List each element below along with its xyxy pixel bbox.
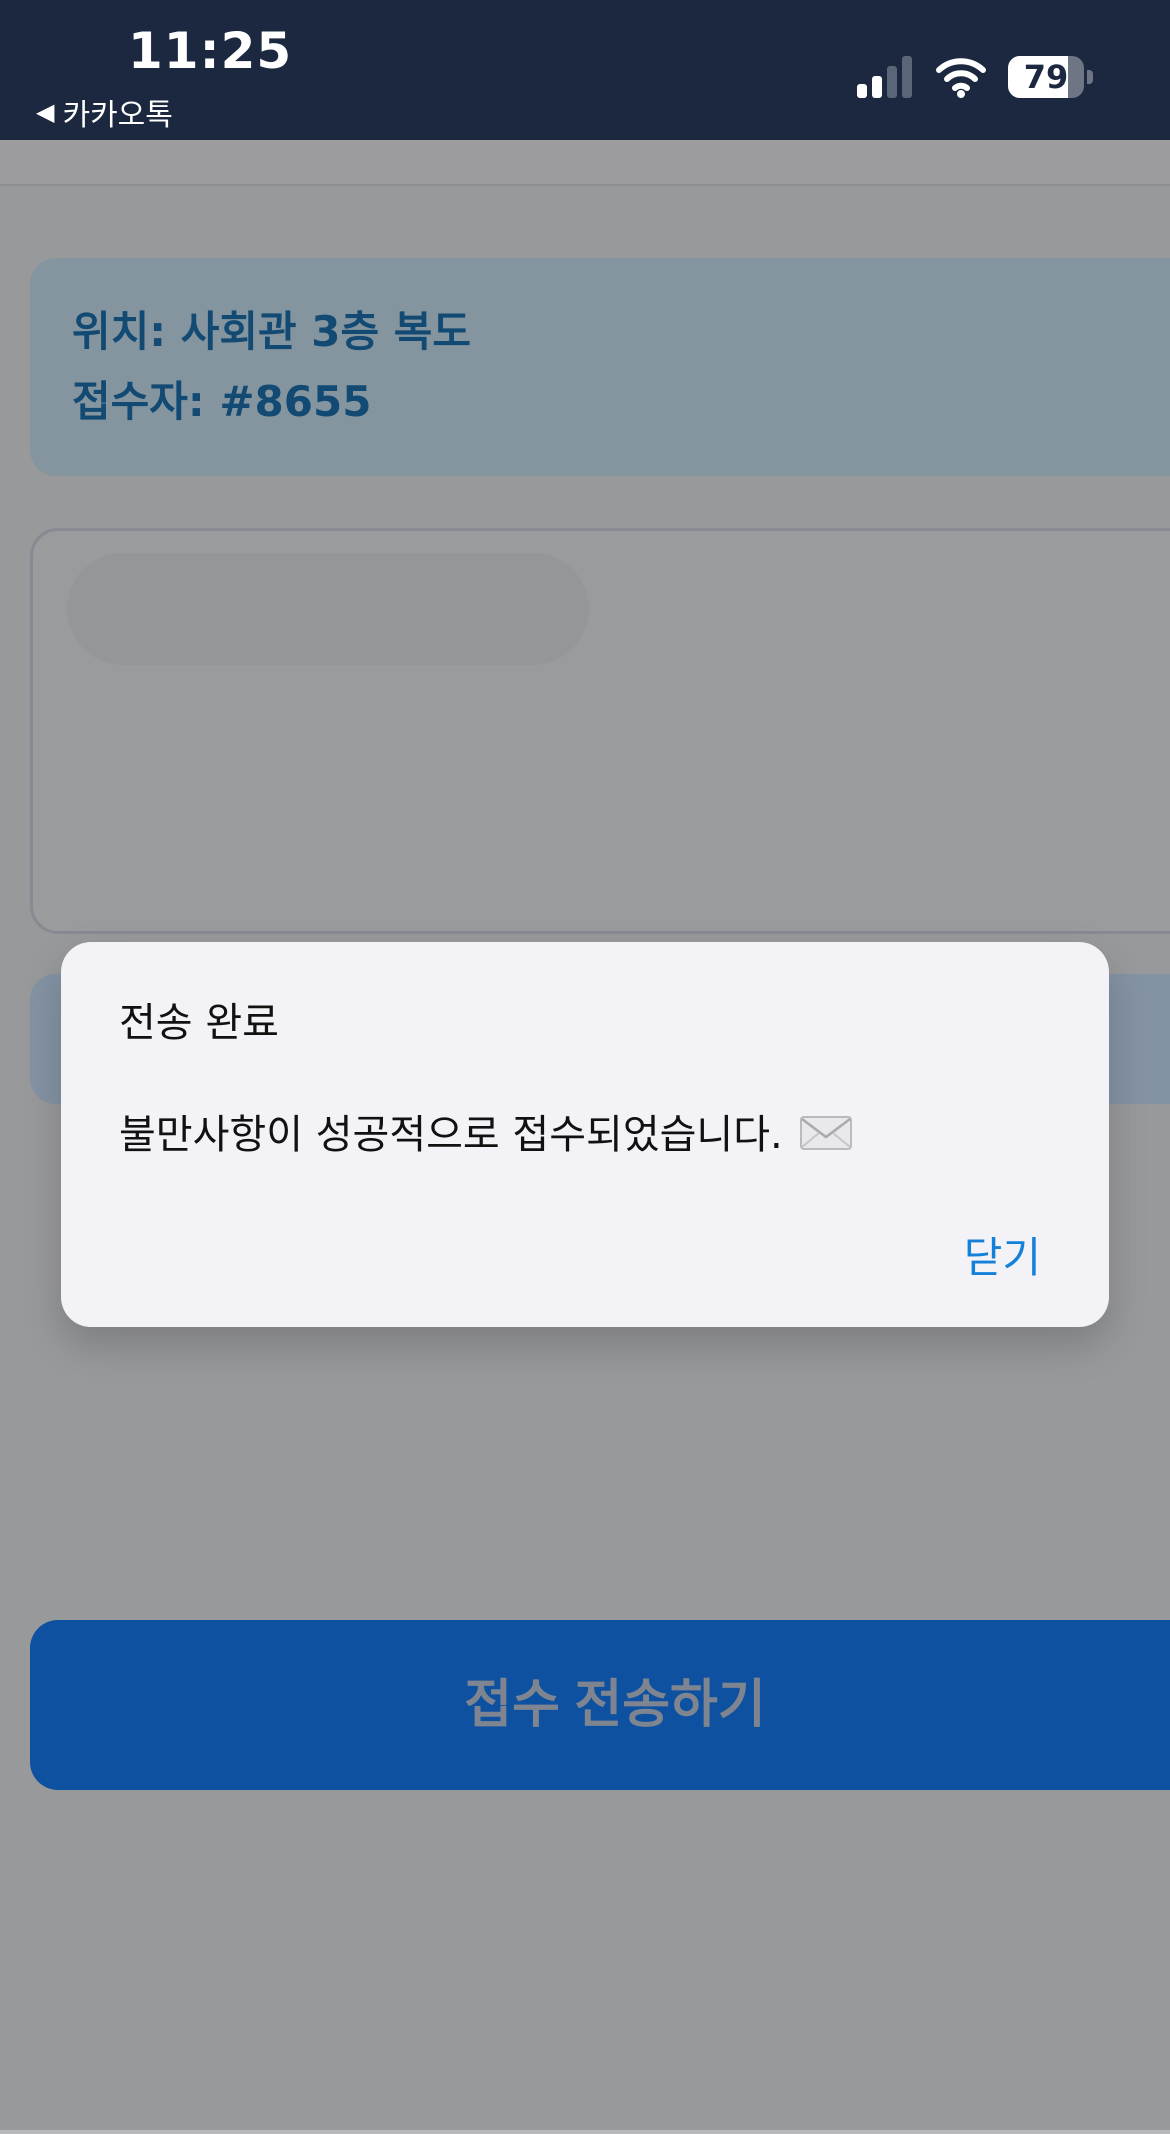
submit-button[interactable]: 접수 전송하기 (30, 1620, 1170, 1790)
back-to-app-link[interactable]: ◀ 카카오톡 (36, 90, 173, 134)
cellular-signal-icon (857, 56, 912, 98)
textarea-placeholder (67, 553, 589, 665)
receiver-text: 접수자: #8655 (72, 377, 372, 426)
dialog-message-row: 불만사항이 성공적으로 접수되었습니다. (119, 1102, 853, 1160)
submit-button-label: 접수 전송하기 (464, 1676, 766, 1734)
envelope-icon (799, 1116, 852, 1150)
battery-body: 79 (1008, 56, 1084, 98)
page-header-strip (0, 140, 1170, 186)
battery-indicator: 79 (1008, 56, 1094, 98)
status-time: 11:25 (128, 22, 293, 80)
dialog-message: 불만사항이 성공적으로 접수되었습니다. (119, 1112, 783, 1158)
complaint-textarea[interactable] (30, 528, 1170, 934)
location-text: 위치: 사회관 3층 복도 (72, 307, 472, 356)
back-triangle-icon: ◀ (36, 98, 55, 126)
status-bar: 11:25 ◀ 카카오톡 79 (0, 0, 1170, 140)
battery-cap (1087, 70, 1093, 84)
bottom-divider (0, 2130, 1170, 2134)
info-card: 위치: 사회관 3층 복도 접수자: #8655 (30, 258, 1170, 476)
alert-dialog: 전송 완료 불만사항이 성공적으로 접수되었습니다. 닫기 (61, 942, 1109, 1327)
battery-level: 79 (1023, 58, 1069, 96)
back-app-label: 카카오톡 (62, 98, 173, 133)
dialog-title: 전송 완료 (119, 1000, 279, 1046)
dialog-close-button[interactable]: 닫기 (964, 1224, 1041, 1285)
wifi-icon (936, 58, 986, 98)
